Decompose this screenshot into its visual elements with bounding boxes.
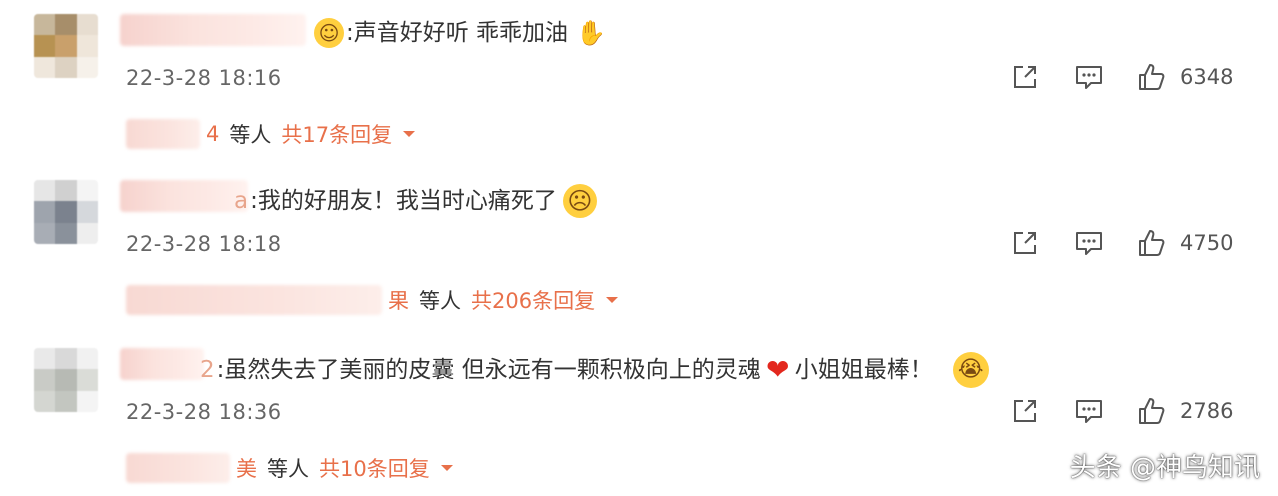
reply-summary[interactable]: 4 等人 共17条回复 [126, 116, 416, 152]
like-count: 6348 [1180, 65, 1234, 89]
crying-emoji-icon: 😭 [952, 352, 989, 388]
comment-time: 22-3-28 18:36 [126, 400, 282, 424]
avatar[interactable] [34, 348, 98, 412]
avatar[interactable] [34, 180, 98, 244]
username-blurred[interactable] [120, 348, 204, 380]
reply-names-blurred [126, 119, 200, 149]
comment-content: 2 :虽然失去了美丽的皮囊 但永远有一颗积极向上的灵魂 ❤ 小姐姐最棒！ 😭 [200, 352, 989, 388]
avatar[interactable] [34, 14, 98, 78]
comment-text-after: 小姐姐最棒！ [794, 357, 933, 383]
username-blurred[interactable] [120, 14, 306, 46]
thumbs-up-icon[interactable] [1136, 228, 1166, 258]
comment-text: :声音好好听 乖乖加油 [346, 20, 569, 46]
username-tail: 2 [200, 357, 215, 383]
reply-summary[interactable]: 果 等人 共206条回复 [126, 282, 619, 318]
comment-actions: 6348 [1010, 62, 1233, 92]
comment-icon[interactable] [1074, 396, 1104, 426]
reply-total-link[interactable]: 共206条回复 [471, 285, 595, 315]
username-blurred[interactable] [120, 180, 248, 212]
comment-content: ☺ :声音好好听 乖乖加油 ✋ [314, 18, 606, 48]
reply-total-link[interactable]: 共17条回复 [281, 119, 392, 149]
comment-time: 22-3-28 18:16 [126, 66, 282, 90]
comment-icon[interactable] [1074, 62, 1104, 92]
comment-icon[interactable] [1074, 228, 1104, 258]
thumbs-up-icon[interactable] [1136, 396, 1166, 426]
heart-emoji-icon: ❤ [765, 353, 790, 386]
reply-summary[interactable]: 美 等人 共10条回复 [126, 450, 454, 486]
sad-emoji-icon: ☹ [562, 184, 597, 218]
share-icon[interactable] [1010, 228, 1040, 258]
comment-item: a :我的好朋友！我当时心痛死了 ☹ 22-3-28 18:18 4750 果 … [0, 166, 1278, 326]
thumbs-up-icon[interactable] [1136, 62, 1166, 92]
smile-emoji-icon: ☺ [314, 18, 344, 48]
share-icon[interactable] [1010, 396, 1040, 426]
watermark: 头条 @神鸟知讯 [1069, 453, 1260, 483]
reply-name-tail: 果 [388, 289, 409, 313]
comment-content: a :我的好朋友！我当时心痛死了 ☹ [234, 184, 597, 218]
caret-down-icon[interactable] [605, 295, 619, 305]
comment-text: :我的好朋友！我当时心痛死了 [250, 188, 557, 214]
caret-down-icon[interactable] [402, 129, 416, 139]
reply-who-label: 等人 [229, 123, 272, 147]
reply-names-blurred [126, 285, 382, 315]
hand-emoji-icon: ✋ [576, 19, 606, 47]
comment-time: 22-3-28 18:18 [126, 232, 282, 256]
caret-down-icon[interactable] [440, 463, 454, 473]
like-count: 2786 [1180, 399, 1234, 423]
reply-name-tail: 4 [206, 122, 220, 146]
comment-text: :虽然失去了美丽的皮囊 但永远有一颗积极向上的灵魂 [216, 357, 761, 383]
share-icon[interactable] [1010, 62, 1040, 92]
like-count: 4750 [1180, 231, 1234, 255]
comment-actions: 4750 [1010, 228, 1233, 258]
comment-item: ☺ :声音好好听 乖乖加油 ✋ 22-3-28 18:16 6348 4 等人 … [0, 0, 1278, 160]
reply-total-link[interactable]: 共10条回复 [319, 453, 430, 483]
reply-names-blurred [126, 453, 230, 483]
reply-who-label: 等人 [267, 457, 309, 481]
reply-name-tail: 美 [236, 457, 257, 481]
comment-actions: 2786 [1010, 396, 1233, 426]
reply-who-label: 等人 [419, 289, 461, 313]
username-tail: a [234, 188, 249, 214]
